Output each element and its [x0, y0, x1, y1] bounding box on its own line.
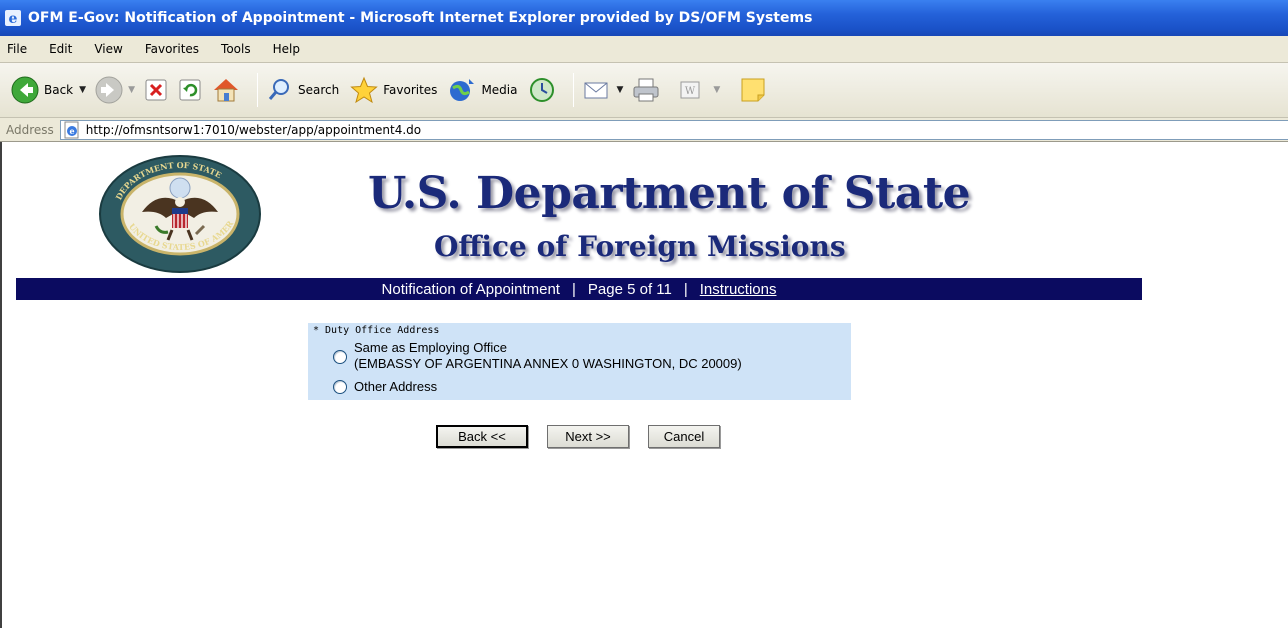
form-nav-bar: Notification of Appointment | Page 5 of …	[16, 278, 1142, 300]
menu-file[interactable]: File	[7, 42, 27, 56]
duty-office-address-legend: * Duty Office Address	[313, 325, 440, 336]
other-address-label[interactable]: Other Address	[354, 379, 437, 394]
employing-office-address-text: (EMBASSY OF ARGENTINA ANNEX 0 WASHINGTON…	[354, 356, 742, 371]
duty-office-address-panel: * Duty Office Address Same as Employing …	[308, 323, 851, 400]
back-nav-label: Back	[44, 83, 74, 97]
home-button[interactable]	[211, 76, 241, 104]
back-dropdown-icon[interactable]: ▼	[79, 85, 86, 95]
mail-dropdown-icon[interactable]: ▼	[616, 85, 623, 95]
window-title-bar[interactable]: e OFM E-Gov: Notification of Appointment…	[0, 0, 1288, 36]
same-as-employing-office-radio[interactable]	[333, 350, 347, 364]
history-button[interactable]	[527, 76, 557, 104]
window-title: OFM E-Gov: Notification of Appointment -…	[28, 10, 813, 26]
menu-tools[interactable]: Tools	[221, 42, 251, 56]
search-icon	[268, 79, 289, 100]
edit-button[interactable]: W ▼	[677, 77, 720, 103]
menu-view[interactable]: View	[94, 42, 122, 56]
page-viewport: DEPARTMENT OF STATE UNITED STATES OF AME…	[0, 142, 1288, 628]
back-arrow-icon	[11, 76, 39, 104]
page-title: U.S. Department of State	[368, 168, 971, 219]
forward-arrow-icon	[95, 76, 123, 104]
printer-icon	[633, 78, 659, 102]
address-input[interactable]: e http://ofmsntsorw1:7010/webster/app/ap…	[59, 119, 1288, 140]
history-icon	[530, 78, 555, 102]
svg-text:W: W	[685, 86, 696, 97]
favorites-button[interactable]: Favorites	[349, 76, 439, 104]
word-edit-icon: W	[680, 81, 700, 99]
page-subtitle: Office of Foreign Missions	[434, 230, 846, 263]
back-button[interactable]: Back <<	[436, 425, 528, 448]
address-label: Address	[6, 122, 54, 137]
menu-bar: File Edit View Favorites Tools Help	[0, 36, 1288, 63]
media-icon	[450, 79, 475, 101]
page-ie-icon: e	[64, 121, 79, 138]
menu-favorites[interactable]: Favorites	[145, 42, 199, 56]
toolbar-separator	[573, 73, 575, 107]
nav-separator: |	[683, 280, 688, 298]
print-button[interactable]	[631, 76, 661, 104]
other-address-radio[interactable]	[333, 380, 347, 394]
notepad-icon	[741, 78, 765, 102]
nav-separator: |	[571, 280, 576, 298]
browser-toolbar: Back ▼ ▼ Search Favorites Media ▼ W ▼	[0, 63, 1288, 118]
search-button[interactable]: Search	[266, 76, 341, 104]
page-indicator: Page 5 of 11	[587, 280, 672, 298]
same-as-employing-office-label[interactable]: Same as Employing Office	[354, 340, 507, 355]
edit-dropdown-icon[interactable]: ▼	[713, 85, 720, 95]
stop-icon	[145, 79, 167, 101]
svg-text:e: e	[9, 11, 18, 27]
form-section-name: Notification of Appointment	[381, 280, 560, 298]
menu-help[interactable]: Help	[273, 42, 300, 56]
address-url: http://ofmsntsorw1:7010/webster/app/appo…	[85, 122, 422, 137]
forward-nav-button[interactable]: ▼	[94, 75, 135, 105]
messenger-button[interactable]	[738, 76, 768, 104]
back-nav-button[interactable]: Back ▼	[10, 75, 86, 105]
home-icon	[213, 79, 238, 102]
media-label: Media	[481, 83, 518, 97]
department-of-state-seal-logo: DEPARTMENT OF STATE UNITED STATES OF AME…	[98, 152, 261, 273]
search-label: Search	[297, 83, 340, 97]
media-button[interactable]: Media	[447, 76, 519, 104]
mail-icon	[584, 82, 608, 99]
refresh-icon	[179, 79, 201, 101]
address-bar: Address e http://ofmsntsorw1:7010/webste…	[0, 118, 1288, 142]
instructions-link[interactable]: Instructions	[700, 281, 777, 298]
svg-text:e: e	[69, 126, 74, 136]
mail-button[interactable]: ▼	[582, 77, 623, 103]
ie-logo-icon: e	[4, 9, 22, 27]
next-button[interactable]: Next >>	[547, 425, 629, 448]
favorites-label: Favorites	[383, 83, 438, 97]
toolbar-separator	[256, 73, 258, 107]
menu-edit[interactable]: Edit	[49, 42, 72, 56]
forward-dropdown-icon[interactable]: ▼	[128, 85, 135, 95]
favorites-star-icon	[350, 76, 378, 104]
cancel-button[interactable]: Cancel	[648, 425, 720, 448]
refresh-button[interactable]	[177, 77, 203, 103]
stop-button[interactable]	[143, 77, 169, 103]
